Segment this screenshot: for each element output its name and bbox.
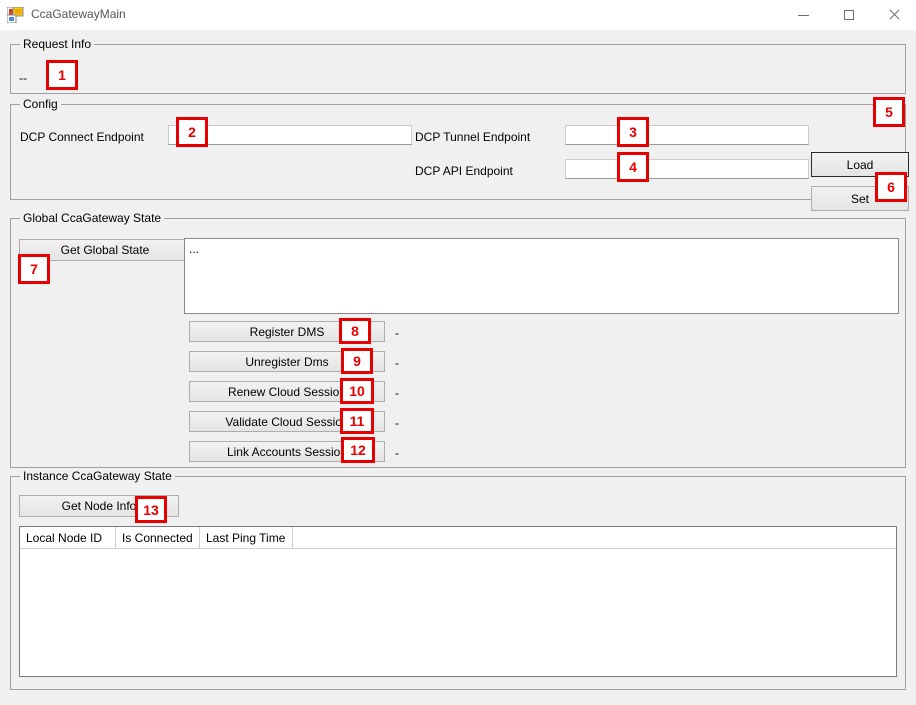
- annotation-badge-6: 6: [875, 172, 907, 202]
- validate-cloud-session-result: -: [395, 416, 399, 430]
- annotation-badge-3: 3: [617, 117, 649, 147]
- close-icon: [888, 9, 900, 21]
- config-group: Config DCP Connect Endpoint DCP Tunnel E…: [10, 98, 909, 211]
- dcp-tunnel-endpoint-input[interactable]: [565, 125, 809, 145]
- annotation-badge-8: 8: [339, 318, 371, 344]
- dcp-tunnel-endpoint-label: DCP Tunnel Endpoint: [415, 130, 531, 144]
- annotation-badge-10: 10: [340, 378, 374, 404]
- maximize-icon: [843, 10, 854, 20]
- annotation-badge-5: 5: [873, 97, 905, 127]
- grid-column-last-ping-time[interactable]: Last Ping Time: [200, 527, 293, 548]
- dcp-api-endpoint-input[interactable]: [565, 159, 809, 179]
- renew-cloud-session-result: -: [395, 386, 399, 400]
- node-info-grid[interactable]: Local Node ID Is Connected Last Ping Tim…: [19, 526, 897, 677]
- grid-column-is-connected[interactable]: Is Connected: [116, 527, 200, 548]
- global-state-group: Global CcaGateway State Get Global State…: [10, 212, 906, 468]
- annotation-badge-4: 4: [617, 152, 649, 182]
- maximize-button[interactable]: [826, 0, 871, 30]
- client-area: Request Info -- Config DCP Connect Endpo…: [0, 30, 916, 705]
- minimize-icon: [798, 14, 809, 16]
- annotation-badge-12: 12: [341, 437, 375, 463]
- annotation-badge-1: 1: [46, 60, 78, 90]
- register-dms-result: -: [395, 326, 399, 340]
- minimize-button[interactable]: [781, 0, 826, 30]
- config-group-title: Config: [20, 98, 61, 111]
- window-controls: [781, 0, 916, 30]
- winforms-app-icon: [6, 6, 24, 24]
- dcp-connect-endpoint-label: DCP Connect Endpoint: [20, 130, 144, 144]
- global-state-output[interactable]: ...: [184, 238, 899, 314]
- window-title: CcaGatewayMain: [31, 7, 126, 21]
- annotation-badge-7: 7: [18, 254, 50, 284]
- link-accounts-session-result: -: [395, 446, 399, 460]
- request-info-group-title: Request Info: [20, 38, 95, 51]
- annotation-badge-2: 2: [176, 117, 208, 147]
- instance-state-group-title: Instance CcaGateway State: [20, 470, 175, 483]
- grid-header-row: Local Node ID Is Connected Last Ping Tim…: [20, 527, 896, 549]
- global-state-group-title: Global CcaGateway State: [20, 212, 165, 225]
- grid-column-local-node-id[interactable]: Local Node ID: [20, 527, 116, 548]
- dcp-api-endpoint-label: DCP API Endpoint: [415, 164, 513, 178]
- close-button[interactable]: [871, 0, 916, 30]
- annotation-badge-13: 13: [135, 496, 167, 523]
- title-bar: CcaGatewayMain: [0, 0, 916, 30]
- request-info-group: Request Info --: [10, 38, 906, 94]
- annotation-badge-9: 9: [341, 348, 373, 374]
- request-status-label: --: [19, 71, 27, 85]
- application-window: CcaGatewayMain Request Info -- Config DC…: [0, 0, 916, 705]
- unregister-dms-result: -: [395, 356, 399, 370]
- annotation-badge-11: 11: [340, 408, 374, 434]
